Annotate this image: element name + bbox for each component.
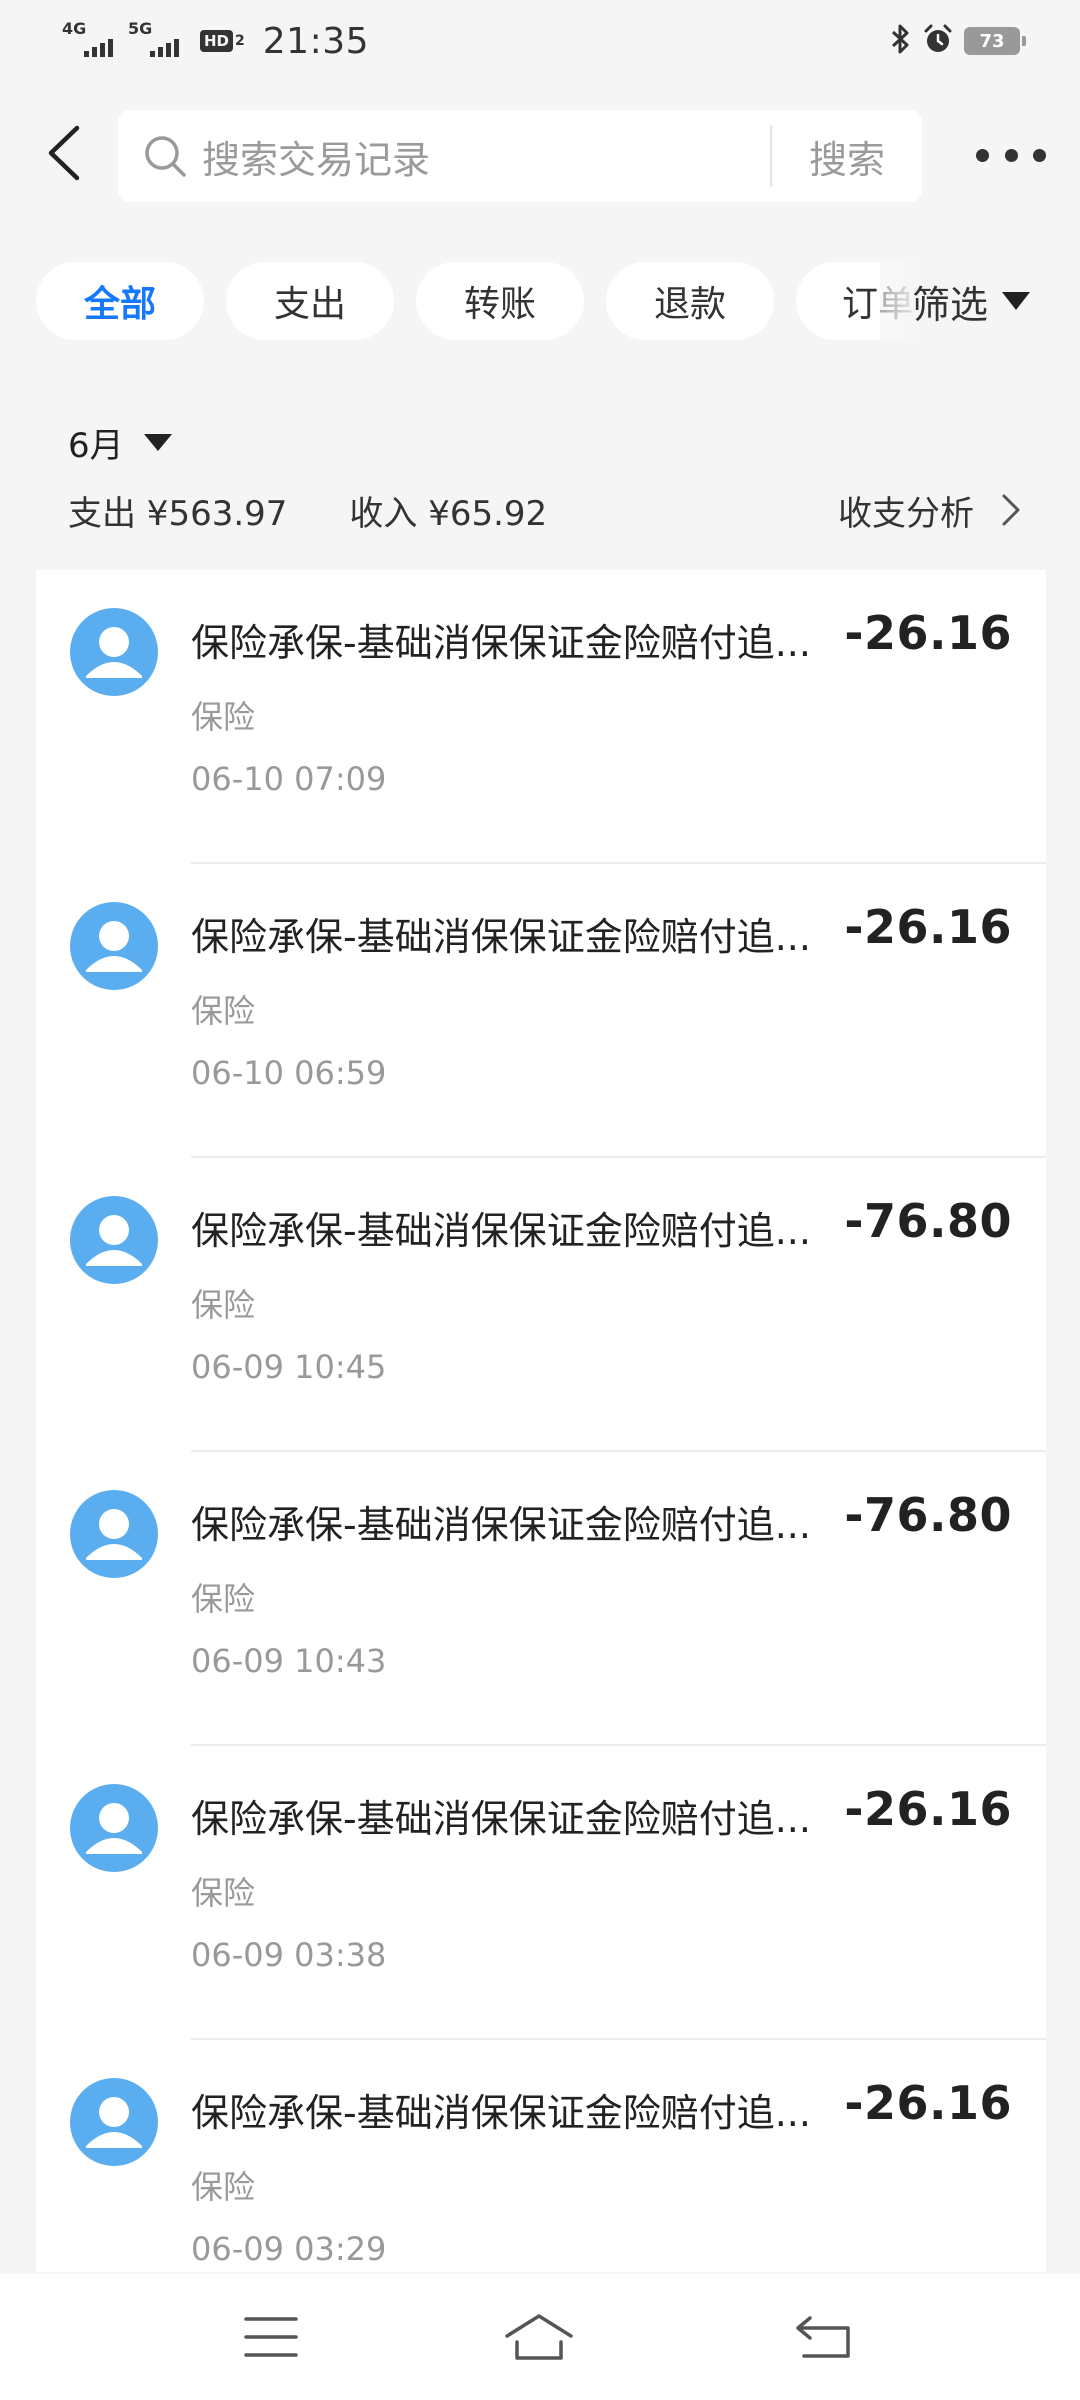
transaction-title: 保险承保-基础消保保证金险赔付追... <box>191 1209 811 1253</box>
signal-5g-icon: 5G <box>128 21 186 61</box>
transaction-title: 保险承保-基础消保保证金险赔付追... <box>191 915 811 959</box>
chip-refund[interactable]: 退款 <box>606 262 774 340</box>
transaction-title: 保险承保-基础消保保证金险赔付追... <box>191 1503 811 1547</box>
transaction-amount: -26.16 <box>844 900 1012 954</box>
back-button[interactable] <box>34 124 94 186</box>
search-button[interactable]: 搜索 <box>772 129 922 184</box>
chevron-left-icon <box>47 125 81 185</box>
user-icon <box>70 2078 158 2166</box>
user-icon <box>70 608 158 696</box>
back-icon <box>794 2314 852 2364</box>
signal-4g-icon: 4G <box>62 21 120 61</box>
transaction-category: 保险 <box>191 992 256 1030</box>
chip-transfer[interactable]: 转账 <box>416 262 584 340</box>
transaction-category: 保险 <box>191 2168 256 2206</box>
system-nav-bar <box>0 2274 1080 2400</box>
chevron-right-icon <box>994 493 1028 527</box>
transaction-amount: -26.16 <box>844 1782 1012 1836</box>
hd-voice-icon: HD 2 <box>200 30 245 52</box>
triangle-down-icon <box>1002 292 1031 310</box>
hd-sub-label: 2 <box>235 33 245 49</box>
transaction-row[interactable]: 保险承保-基础消保保证金险赔付追... -26.16 保险 06-09 03:2… <box>36 2040 1046 2272</box>
more-button[interactable] <box>976 138 1046 172</box>
transaction-time: 06-09 10:43 <box>191 1642 387 1680</box>
transaction-category: 保险 <box>191 1874 256 1912</box>
more-dot <box>976 148 989 162</box>
month-selector[interactable]: 6月 <box>68 418 172 467</box>
transaction-row[interactable]: 保险承保-基础消保保证金险赔付追... -26.16 保险 06-10 07:0… <box>36 570 1046 864</box>
chip-expense[interactable]: 支出 <box>226 262 394 340</box>
header: 搜索交易记录 搜索 <box>0 108 1080 202</box>
transaction-time: 06-09 03:29 <box>191 2230 387 2268</box>
bluetooth-icon <box>890 23 912 59</box>
chip-all[interactable]: 全部 <box>36 262 204 340</box>
hd-label: HD <box>200 30 234 52</box>
analysis-label: 收支分析 <box>838 493 974 534</box>
transaction-title: 保险承保-基础消保保证金险赔付追... <box>191 1797 811 1841</box>
status-bar: 4G 5G HD 2 21:35 73 <box>0 0 1080 82</box>
transaction-amount: -26.16 <box>844 2076 1012 2130</box>
transaction-row[interactable]: 保险承保-基础消保保证金险赔付追... -26.16 保险 06-09 03:3… <box>36 1746 1046 2040</box>
transaction-time: 06-10 06:59 <box>191 1054 387 1092</box>
home-icon <box>503 2312 575 2366</box>
transaction-time: 06-09 03:38 <box>191 1936 387 1974</box>
search-icon <box>140 131 190 181</box>
expense-total: 支出 ¥563.97 <box>68 493 288 534</box>
more-dot <box>1004 148 1018 162</box>
transaction-category: 保险 <box>191 1580 256 1618</box>
network-label-1: 4G <box>62 19 87 38</box>
transaction-amount: -76.80 <box>844 1488 1012 1542</box>
user-icon <box>70 1196 158 1284</box>
transaction-category: 保险 <box>191 698 256 736</box>
home-button[interactable] <box>504 2310 574 2368</box>
transaction-row[interactable]: 保险承保-基础消保保证金险赔付追... -76.80 保险 06-09 10:4… <box>36 1158 1046 1452</box>
transaction-amount: -26.16 <box>844 606 1012 660</box>
network-label-2: 5G <box>128 19 153 38</box>
user-icon <box>70 1490 158 1578</box>
transaction-time: 06-09 10:45 <box>191 1348 387 1386</box>
transaction-title: 保险承保-基础消保保证金险赔付追... <box>191 621 811 665</box>
filter-chips: 全部 支出 转账 退款 订单 筛选 <box>0 262 1080 340</box>
transaction-title: 保险承保-基础消保保证金险赔付追... <box>191 2091 811 2135</box>
menu-button[interactable] <box>236 2310 306 2368</box>
triangle-down-icon <box>143 434 172 451</box>
month-label: 6月 <box>68 426 124 466</box>
transaction-amount: -76.80 <box>844 1194 1012 1248</box>
back-nav-button[interactable] <box>788 2310 858 2368</box>
menu-icon <box>243 2314 299 2364</box>
more-dot <box>1033 148 1046 162</box>
clock: 21:35 <box>262 20 370 62</box>
search-input[interactable]: 搜索交易记录 <box>202 129 770 184</box>
search-bar[interactable]: 搜索交易记录 搜索 <box>118 110 922 202</box>
transaction-time: 06-10 07:09 <box>191 760 387 798</box>
income-total: 收入 ¥65.92 <box>349 493 548 534</box>
transaction-category: 保险 <box>191 1286 256 1324</box>
user-icon <box>70 1784 158 1872</box>
filter-button[interactable]: 筛选 <box>912 262 1031 340</box>
alarm-icon <box>922 23 954 59</box>
battery-icon: 73 <box>964 27 1026 55</box>
transaction-row[interactable]: 保险承保-基础消保保证金险赔付追... -26.16 保险 06-10 06:5… <box>36 864 1046 1158</box>
summary-row: 支出 ¥563.97 收入 ¥65.92 收支分析 <box>68 484 1028 536</box>
analysis-link[interactable]: 收支分析 <box>838 486 1028 535</box>
transaction-list: 保险承保-基础消保保证金险赔付追... -26.16 保险 06-10 07:0… <box>36 570 1046 2272</box>
filter-label: 筛选 <box>912 282 989 327</box>
transaction-row[interactable]: 保险承保-基础消保保证金险赔付追... -76.80 保险 06-09 10:4… <box>36 1452 1046 1746</box>
user-icon <box>70 902 158 990</box>
